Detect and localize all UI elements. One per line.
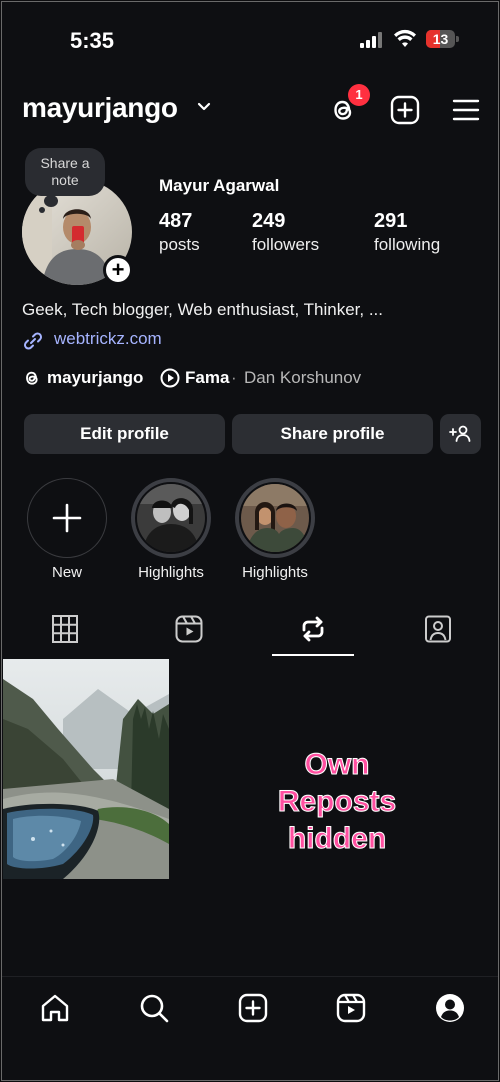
reposts-icon[interactable] <box>299 614 327 644</box>
menu-icon[interactable] <box>451 95 481 125</box>
active-tab-indicator <box>272 654 354 656</box>
stat-following[interactable]: 291 following <box>374 210 440 255</box>
profile-username[interactable]: mayurjango <box>22 92 178 124</box>
plus-icon <box>52 503 82 533</box>
share-profile-button[interactable]: Share profile <box>232 414 433 454</box>
highlight-label: Highlights <box>138 564 204 581</box>
profile-full-name: Mayur Agarwal <box>159 176 280 195</box>
stat-followers[interactable]: 249 followers <box>252 210 319 255</box>
threads-handle[interactable]: mayurjango <box>47 368 143 388</box>
battery-indicator: 13 <box>426 30 459 48</box>
reels-icon[interactable] <box>175 614 203 644</box>
bottom-nav-divider <box>2 976 498 977</box>
grid-icon[interactable] <box>51 614 79 644</box>
play-circle-icon <box>160 368 180 388</box>
threads-icon <box>26 371 38 385</box>
highlight-item[interactable] <box>235 478 315 558</box>
annotation-overlay: Own Reposts hidden <box>277 748 397 856</box>
add-person-icon <box>449 425 471 442</box>
add-story-button[interactable]: + <box>103 255 133 285</box>
search-icon[interactable] <box>138 992 170 1024</box>
profile-link-text[interactable]: webtrickz.com <box>54 329 162 349</box>
signal-icon <box>360 32 382 48</box>
notification-badge: 1 <box>348 84 370 106</box>
status-bar: 5:35 13 <box>2 24 498 58</box>
profile-song[interactable]: Fama <box>185 368 229 388</box>
highlight-label: New <box>51 564 82 581</box>
status-time: 5:35 <box>70 28 115 53</box>
app-screen: 5:35 13 mayurjango 1 Share a note + Mayu… <box>1 1 499 1081</box>
highlight-label: Highlights <box>242 564 308 581</box>
chevron-down-icon[interactable] <box>197 102 211 112</box>
note-bubble-tail-small <box>39 207 45 213</box>
song-artist: Dan Korshunov <box>244 368 362 387</box>
wifi-icon <box>394 29 416 47</box>
highlight-item[interactable] <box>131 478 211 558</box>
meta-separator: · <box>231 368 237 387</box>
note-bubble-tail <box>44 195 58 207</box>
create-icon[interactable] <box>390 95 420 125</box>
tagged-icon[interactable] <box>424 614 452 644</box>
reels-icon[interactable] <box>335 992 367 1024</box>
home-icon[interactable] <box>39 992 71 1024</box>
stat-posts[interactable]: 487 posts <box>159 210 200 255</box>
new-highlight-button[interactable] <box>27 478 107 558</box>
create-icon[interactable] <box>237 992 269 1024</box>
share-note-bubble[interactable]: Share a note <box>25 148 105 196</box>
profile-icon[interactable] <box>434 992 466 1024</box>
link-icon <box>23 332 43 350</box>
discover-people-button[interactable] <box>440 414 481 454</box>
edit-profile-button[interactable]: Edit profile <box>24 414 225 454</box>
profile-bio: Geek, Tech blogger, Web enthusiast, Thin… <box>22 300 383 319</box>
repost-thumbnail[interactable] <box>3 659 169 879</box>
